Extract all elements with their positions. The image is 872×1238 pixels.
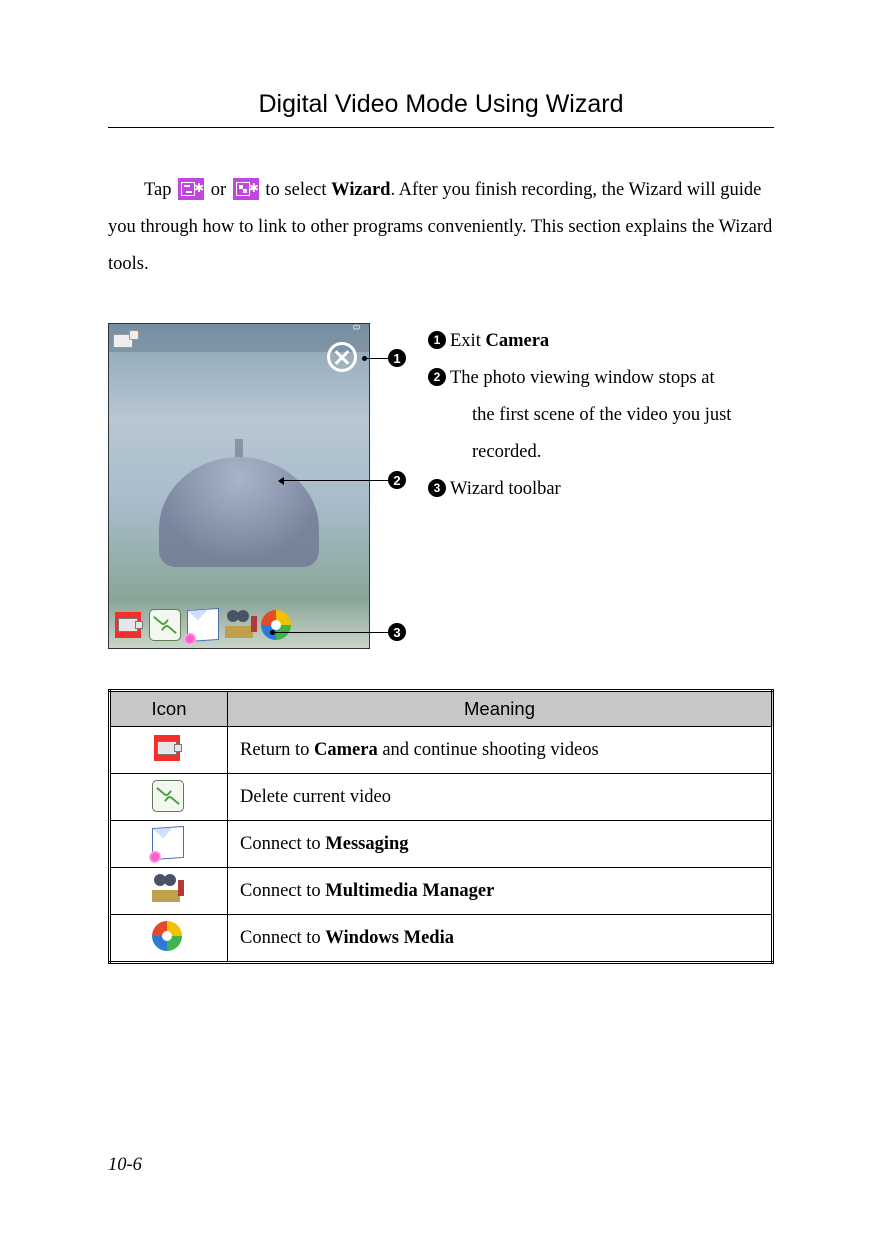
callout-legend: 1 Exit Camera 2 The photo viewing window… [428,323,731,508]
legend-text-1a: Exit [450,331,485,351]
table-meaning-5: Connect to Windows Media [228,915,773,963]
table-meaning-4: Connect to Multimedia Manager [228,868,773,915]
legend-text-2b: the first scene of the video you just [450,397,731,434]
page-number: 10-6 [108,1155,142,1176]
table-row: Connect to Multimedia Manager [110,868,773,915]
callout-line-2: 2 [280,471,406,489]
diagram-row: 00:00 1 2 3 [108,323,774,649]
legend-text-1b: Camera [485,331,549,351]
intro-paragraph: Tap ✱ or ✱ to select Wizard. After you f… [108,172,774,283]
legend-item-3: 3 Wizard toolbar [428,471,731,508]
table-meaning-3: Connect to Messaging [228,821,773,868]
legend-item-1: 1 Exit Camera [428,323,731,360]
callout-line-3: 3 [272,623,406,641]
wizard-toggle-icon-a: ✱ [178,178,204,200]
toolbar-messaging-icon [187,608,219,642]
legend-text-2c: recorded. [450,434,731,471]
toolbar-multimedia-icon [225,610,255,640]
table-camera-icon [152,733,186,761]
table-row: Connect to Messaging [110,821,773,868]
callout-line-1: 1 [364,349,406,367]
table-meaning-2: Delete current video [228,774,773,821]
legend-item-2: 2 The photo viewing window stops at the … [428,360,731,471]
legend-badge-2: 2 [428,368,446,386]
screenshot-wrapper: 00:00 1 2 3 [108,323,408,649]
intro-text-pre: Tap [144,180,176,200]
table-header-row: Icon Meaning [110,691,773,727]
toolbar-delete-icon [149,609,181,641]
header-icon: Icon [110,691,228,727]
toolbar-camera-icon [113,610,143,640]
intro-text-post-a: to select [265,180,331,200]
manual-page: Digital Video Mode Using Wizard Tap ✱ or… [0,0,872,1238]
legend-badge-1: 1 [428,331,446,349]
table-messaging-icon [152,827,186,855]
legend-badge-3: 3 [428,479,446,497]
table-row: Delete current video [110,774,773,821]
header-meaning: Meaning [228,691,773,727]
wizard-toggle-icon-b: ✱ [233,178,259,200]
table-delete-icon [152,780,186,808]
close-icon [327,342,357,372]
table-row: Connect to Windows Media [110,915,773,963]
recording-timer: 00:00 [350,323,361,330]
page-title: Digital Video Mode Using Wizard [108,90,774,128]
callout-badge-2: 2 [388,471,406,489]
intro-text-mid: or [211,180,231,200]
legend-text-2a: The photo viewing window stops at [450,368,715,388]
table-windows-media-icon [152,921,186,949]
callout-badge-3: 3 [388,623,406,641]
intro-wizard-word: Wizard [331,180,390,200]
legend-text-3: Wizard toolbar [450,471,731,508]
icon-meaning-table: Icon Meaning Return to Camera and contin… [108,689,774,964]
callout-badge-1: 1 [388,349,406,367]
camcorder-icon [113,328,139,348]
table-multimedia-icon [152,874,186,902]
intro-text-post-b: . After you finish recording, the Wizard… [108,180,772,274]
table-row: Return to Camera and continue shooting v… [110,727,773,774]
table-meaning-1: Return to Camera and continue shooting v… [228,727,773,774]
